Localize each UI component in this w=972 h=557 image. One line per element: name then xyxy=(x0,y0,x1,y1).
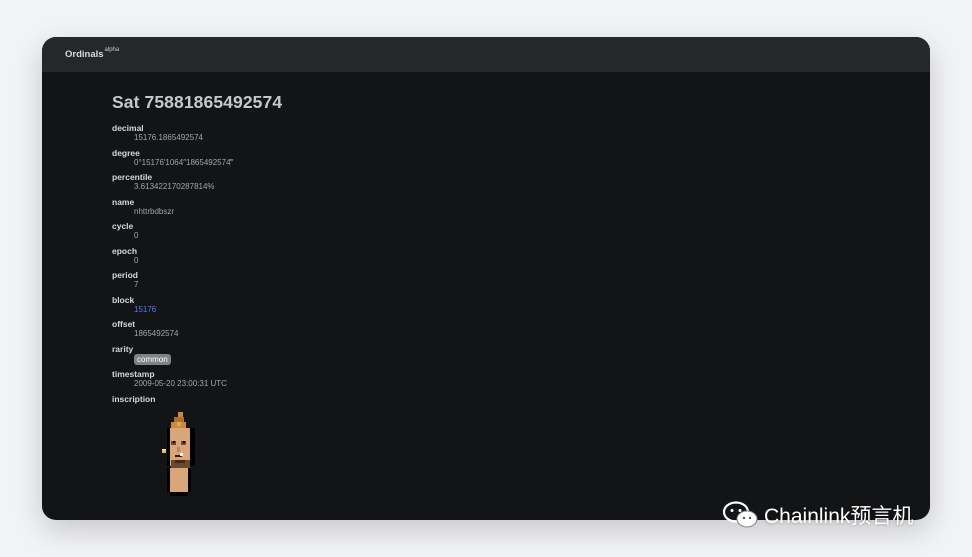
offset-label: offset xyxy=(112,319,136,329)
brand-tag: alpha xyxy=(104,47,120,53)
brand-name: Ordinals xyxy=(65,49,104,60)
period-label: period xyxy=(112,270,138,280)
wechat-icon xyxy=(722,501,758,528)
degree-label: degree xyxy=(112,147,140,158)
decimal-label: decimal xyxy=(112,123,144,133)
watermark: Chainlink预言机 xyxy=(722,500,913,530)
degree-value: 0°15176′1064″1865492574‴ xyxy=(134,157,234,167)
epoch-value: 0 xyxy=(134,255,139,265)
period-value: 7 xyxy=(134,280,139,289)
inscription-link[interactable] xyxy=(155,412,205,505)
rarity-value: common xyxy=(134,353,282,365)
inscription-image xyxy=(162,412,195,496)
cycle-label: cycle xyxy=(112,221,134,231)
epoch-label: epoch xyxy=(112,245,138,256)
cycle-value: 0 xyxy=(134,231,139,240)
top-nav: Ordinalsalpha xyxy=(42,37,930,72)
home-link[interactable]: Ordinalsalpha xyxy=(65,47,120,60)
offset-value: 1865492574 xyxy=(134,329,179,338)
rarity-label: rarity xyxy=(112,343,134,354)
name-value: nhttrbdbszr xyxy=(134,206,175,216)
timestamp-value: 2009-05-20 23:00:31 UTC xyxy=(134,379,227,388)
block-link[interactable]: 15176 xyxy=(134,305,156,314)
percentile-label: percentile xyxy=(112,172,153,182)
sat-details: Sat 75881865492574 decimal 15176.1865492… xyxy=(112,92,282,404)
block-value: 15176 xyxy=(134,305,282,315)
timestamp-label: timestamp xyxy=(112,369,155,379)
name-label: name xyxy=(112,196,135,207)
sat-properties: decimal 15176.1865492574 degree 0°15176′… xyxy=(112,123,282,404)
app-window: Ordinalsalpha Sat 75881865492574 decimal… xyxy=(42,37,930,520)
block-label: block xyxy=(112,294,135,305)
decimal-value: 15176.1865492574 xyxy=(134,133,203,142)
rarity-badge: common xyxy=(134,353,171,365)
watermark-text: Chainlink预言机 xyxy=(764,505,914,528)
percentile-value: 3.613422170287814% xyxy=(134,182,215,191)
inscription-label: inscription xyxy=(112,393,156,404)
page-title: Sat 75881865492574 xyxy=(112,92,283,112)
